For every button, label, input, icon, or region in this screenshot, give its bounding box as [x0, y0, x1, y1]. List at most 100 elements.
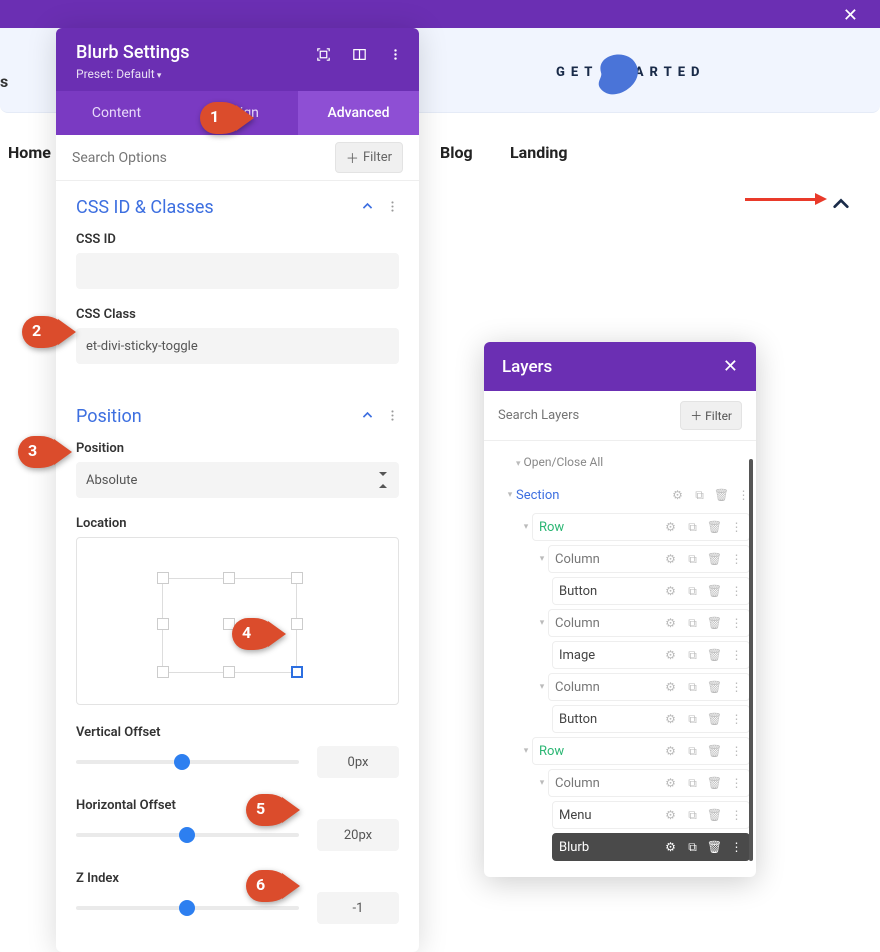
kebab-icon[interactable]: ⋮ [730, 841, 743, 854]
duplicate-icon[interactable]: ⧉ [686, 809, 699, 822]
gear-icon[interactable]: ⚙ [664, 713, 677, 726]
close-icon[interactable]: ✕ [843, 5, 858, 26]
tree-row-1[interactable]: ▾ Row ⚙⧉🗑⋮ [494, 511, 750, 543]
trash-icon[interactable]: 🗑 [708, 521, 721, 534]
gear-icon[interactable]: ⚙ [664, 585, 677, 598]
section-title-css[interactable]: CSS ID & Classes [76, 197, 214, 218]
gear-icon[interactable]: ⚙ [664, 553, 677, 566]
duplicate-icon[interactable]: ⧉ [686, 553, 699, 566]
kebab-icon[interactable]: ⋮ [730, 745, 743, 758]
anchor-bot-left[interactable] [157, 666, 169, 678]
layers-search-input[interactable] [498, 408, 672, 423]
tree-mod-image[interactable]: Image ⚙⧉🗑⋮ [494, 639, 750, 671]
gear-icon[interactable]: ⚙ [664, 649, 677, 662]
trash-icon[interactable]: 🗑 [708, 649, 721, 662]
tree-col-3[interactable]: ▾ Column ⚙⧉🗑⋮ [494, 671, 750, 703]
tree-col-4[interactable]: ▾ Column ⚙⧉🗑⋮ [494, 767, 750, 799]
anchor-top-right[interactable] [291, 572, 303, 584]
kebab-icon[interactable]: ⋮ [730, 617, 743, 630]
gear-icon[interactable]: ⚙ [664, 681, 677, 694]
kebab-icon[interactable]: ⋮ [730, 681, 743, 694]
input-css-id[interactable] [76, 253, 399, 289]
kebab-icon[interactable]: ⋮ [730, 809, 743, 822]
gear-icon[interactable]: ⚙ [664, 809, 677, 822]
duplicate-icon[interactable]: ⧉ [686, 649, 699, 662]
kebab-icon[interactable] [387, 46, 403, 62]
gear-icon[interactable]: ⚙ [664, 617, 677, 630]
trash-icon[interactable]: 🗑 [708, 617, 721, 630]
trash-icon[interactable]: 🗑 [708, 841, 721, 854]
trash-icon[interactable]: 🗑 [715, 489, 728, 502]
trash-icon[interactable]: 🗑 [708, 681, 721, 694]
trash-icon[interactable]: 🗑 [708, 713, 721, 726]
chevron-up-icon[interactable] [361, 198, 374, 217]
anchor-bot-right[interactable] [291, 666, 303, 678]
kebab-icon[interactable]: ⋮ [730, 713, 743, 726]
chevron-up-icon[interactable] [832, 195, 850, 217]
tab-content[interactable]: Content [56, 91, 177, 135]
duplicate-icon[interactable]: ⧉ [686, 777, 699, 790]
duplicate-icon[interactable]: ⧉ [686, 745, 699, 758]
gear-icon[interactable]: ⚙ [664, 745, 677, 758]
trash-icon[interactable]: 🗑 [708, 553, 721, 566]
value-zindex[interactable]: -1 [317, 892, 399, 924]
tree-col-1[interactable]: ▾ Column ⚙⧉🗑⋮ [494, 543, 750, 575]
duplicate-icon[interactable]: ⧉ [693, 489, 706, 502]
chevron-up-icon[interactable] [361, 407, 374, 426]
tree-section[interactable]: ▾ Section ⚙⧉🗑⋮ [494, 479, 750, 511]
trash-icon[interactable]: 🗑 [708, 809, 721, 822]
anchor-mid-left[interactable] [157, 618, 169, 630]
filter-button[interactable]: ＋Filter [335, 142, 403, 173]
kebab-icon[interactable]: ⋮ [730, 777, 743, 790]
tree-col-2[interactable]: ▾ Column ⚙⧉🗑⋮ [494, 607, 750, 639]
trash-icon[interactable]: 🗑 [708, 777, 721, 790]
kebab-icon[interactable]: ⋮ [730, 553, 743, 566]
tree-row-2[interactable]: ▾ Row ⚙⧉🗑⋮ [494, 735, 750, 767]
kebab-icon[interactable]: ⋮ [730, 585, 743, 598]
value-voffset[interactable]: 0px [317, 746, 399, 778]
duplicate-icon[interactable]: ⧉ [686, 617, 699, 630]
gear-icon[interactable]: ⚙ [664, 841, 677, 854]
nav-blog[interactable]: Blog [440, 143, 473, 162]
slider-voffset[interactable] [76, 760, 299, 764]
tree-mod-button-1[interactable]: Button ⚙⧉🗑⋮ [494, 575, 750, 607]
anchor-mid-right[interactable] [291, 618, 303, 630]
kebab-icon[interactable] [386, 407, 399, 426]
tree-mod-blurb[interactable]: Blurb ⚙⧉🗑⋮ [494, 831, 750, 863]
kebab-icon[interactable] [386, 198, 399, 217]
close-icon[interactable]: ✕ [723, 356, 738, 377]
layers-filter-button[interactable]: ＋ Filter [680, 401, 742, 430]
gear-icon[interactable]: ⚙ [664, 777, 677, 790]
duplicate-icon[interactable]: ⧉ [686, 713, 699, 726]
anchor-bot-center[interactable] [223, 666, 235, 678]
duplicate-icon[interactable]: ⧉ [686, 841, 699, 854]
trash-icon[interactable]: 🗑 [708, 745, 721, 758]
duplicate-icon[interactable]: ⧉ [686, 585, 699, 598]
search-input[interactable] [72, 150, 335, 166]
gear-icon[interactable]: ⚙ [664, 521, 677, 534]
columns-icon[interactable] [351, 46, 367, 62]
duplicate-icon[interactable]: ⧉ [686, 681, 699, 694]
input-css-class[interactable] [76, 328, 399, 364]
tree-mod-menu[interactable]: Menu ⚙⧉🗑⋮ [494, 799, 750, 831]
focus-icon[interactable] [315, 46, 331, 62]
value-hoffset[interactable]: 20px [317, 819, 399, 851]
anchor-top-center[interactable] [223, 572, 235, 584]
slider-zindex[interactable] [76, 906, 299, 910]
tree-mod-button-2[interactable]: Button ⚙⧉🗑⋮ [494, 703, 750, 735]
kebab-icon[interactable]: ⋮ [730, 649, 743, 662]
trash-icon[interactable]: 🗑 [708, 585, 721, 598]
section-title-position[interactable]: Position [76, 406, 142, 427]
gear-icon[interactable]: ⚙ [671, 489, 684, 502]
tab-advanced[interactable]: Advanced [298, 91, 419, 135]
kebab-icon[interactable]: ⋮ [737, 489, 750, 502]
nav-home[interactable]: Home [8, 143, 51, 162]
slider-hoffset[interactable] [76, 833, 299, 837]
preset-dropdown[interactable]: Preset: Default [76, 67, 399, 81]
nav-landing[interactable]: Landing [510, 143, 568, 162]
anchor-top-left[interactable] [157, 572, 169, 584]
open-close-all[interactable]: ▾ Open/Close All [494, 451, 750, 479]
kebab-icon[interactable]: ⋮ [730, 521, 743, 534]
select-position[interactable] [76, 462, 399, 498]
duplicate-icon[interactable]: ⧉ [686, 521, 699, 534]
